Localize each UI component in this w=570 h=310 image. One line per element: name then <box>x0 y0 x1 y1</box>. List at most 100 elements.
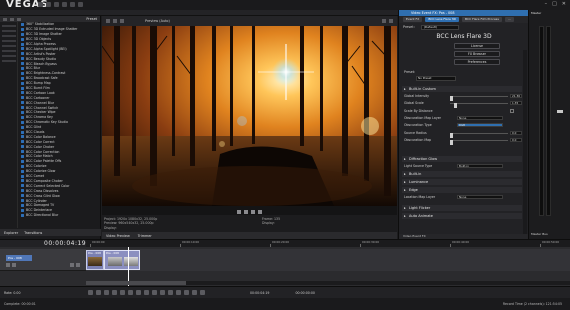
copy-snapshot-icon[interactable] <box>382 19 386 23</box>
source-radius-slider[interactable] <box>450 132 508 138</box>
chain-event-fx[interactable]: Event FX <box>403 17 423 22</box>
split-icon[interactable] <box>192 290 197 295</box>
obscuration-map-layer-dropdown[interactable]: None <box>457 115 503 121</box>
preferences-button[interactable]: Preferences <box>454 59 500 65</box>
render-icon[interactable] <box>78 2 83 7</box>
transport-timecodes: 00:00:04:19 00:00:00:00 <box>250 291 315 295</box>
video-clip[interactable]: Pos - 008 <box>104 250 140 270</box>
fx-preset-dropdown[interactable]: (Default) <box>420 24 459 30</box>
pause-icon[interactable] <box>244 209 248 214</box>
license-button[interactable]: License <box>454 43 500 49</box>
fx-panel-scrollbar[interactable] <box>523 50 527 240</box>
view-icon[interactable] <box>17 17 21 21</box>
track-name[interactable]: Pos - 008 <box>6 255 32 261</box>
loop-playback-icon[interactable] <box>96 290 101 295</box>
play-icon[interactable] <box>112 290 117 295</box>
fx-list-item-label: BCC Cross Dissolves <box>26 188 59 193</box>
snap-icon[interactable] <box>200 290 205 295</box>
new-project-icon[interactable] <box>38 2 43 7</box>
fx-list-item-label: BCC Directional Blur <box>26 213 59 218</box>
tab-explorer[interactable]: Explorer <box>4 231 18 235</box>
selection-edit-icon[interactable] <box>184 290 189 295</box>
fx-category-tree[interactable] <box>0 22 18 228</box>
light-source-type-label: Light Source Type <box>404 164 433 168</box>
overlay-icon[interactable] <box>120 19 124 23</box>
global-intensity-slider[interactable] <box>450 95 508 101</box>
playback-rate[interactable]: Rate: 0.00 <box>4 291 21 295</box>
back-icon[interactable] <box>3 17 7 21</box>
global-intensity-value[interactable]: 21.36 <box>510 93 522 99</box>
fx-preset-row: Preset: (Default) <box>399 24 529 30</box>
section-light-flicker[interactable]: Light Flicker <box>402 205 522 211</box>
redo-icon[interactable] <box>70 2 75 7</box>
obscuration-type-dropdown[interactable]: RGB <box>457 122 503 128</box>
solo-icon[interactable] <box>12 263 16 267</box>
next-frame-icon[interactable] <box>160 290 165 295</box>
fx-plugin-icon <box>21 96 24 100</box>
open-icon[interactable] <box>46 2 51 7</box>
scale-by-distance-checkbox[interactable] <box>510 109 514 113</box>
forward-icon[interactable] <box>10 17 14 21</box>
section-built-in-custom[interactable]: Built-in Custom <box>402 86 522 92</box>
go-to-start-icon[interactable] <box>136 290 141 295</box>
section-built-in[interactable]: Built-in <box>402 171 522 177</box>
section-auto-animate[interactable]: Auto Animate <box>402 213 522 219</box>
section-diffraction-glow[interactable]: Diffraction Glow <box>402 156 522 162</box>
track-motion-icon[interactable] <box>76 263 80 267</box>
play-from-start-icon[interactable] <box>104 290 109 295</box>
track-fx-icon[interactable] <box>70 263 74 267</box>
settings-icon[interactable] <box>106 19 110 23</box>
master-mixer: Master Master Bus <box>528 10 570 239</box>
location-map-layer-dropdown[interactable]: None <box>457 194 503 200</box>
fx-list-item-label: BCC Color Choker <box>26 144 55 149</box>
normal-edit-icon[interactable] <box>168 290 173 295</box>
save-icon[interactable] <box>54 2 59 7</box>
chain-more[interactable]: … <box>504 17 514 22</box>
go-to-end-icon[interactable] <box>144 290 149 295</box>
undo-icon[interactable] <box>62 2 67 7</box>
loop-icon[interactable] <box>258 209 262 214</box>
light-source-type-dropdown[interactable]: Built-in <box>457 163 503 169</box>
obscuration-map-value[interactable]: 0.0 <box>510 137 522 143</box>
save-snapshot-icon[interactable] <box>389 19 393 23</box>
stop-icon[interactable] <box>128 290 133 295</box>
minimize-button[interactable]: – <box>545 1 548 7</box>
maximize-button[interactable]: □ <box>552 1 557 7</box>
fx-list-item-label: BCC Cross Glint Glow <box>26 193 60 198</box>
obscuration-map-knob[interactable] <box>450 140 453 145</box>
chain-flare-film[interactable]: BCC Flare Film Process <box>461 17 502 22</box>
mute-icon[interactable] <box>6 263 10 267</box>
prev-frame-icon[interactable] <box>152 290 157 295</box>
global-scale-value[interactable]: 1.35 <box>510 100 522 106</box>
obscuration-map-slider[interactable] <box>450 139 508 145</box>
pause-icon[interactable] <box>120 290 125 295</box>
section-edge[interactable]: Edge <box>402 187 522 193</box>
stop-icon[interactable] <box>251 209 255 214</box>
preset-param-dropdown[interactable]: No Preset <box>416 76 456 81</box>
master-bus-label: Master Bus <box>531 232 548 236</box>
tab-video-preview[interactable]: Video Preview <box>106 234 130 238</box>
chain-lens-flare[interactable]: BCC Lens Flare 3D <box>425 17 459 22</box>
master-fader[interactable] <box>557 110 563 113</box>
fx-list-item-label: BCC Channel Blur <box>26 100 55 105</box>
preset-param-label: Preset: <box>404 70 416 74</box>
play-icon[interactable] <box>237 209 241 214</box>
timeline-scroll-thumb[interactable] <box>86 281 186 285</box>
location-map-layer-label: Location Map Layer <box>404 195 436 199</box>
envelope-edit-icon[interactable] <box>176 290 181 295</box>
tab-transitions[interactable]: Transitions <box>24 231 42 235</box>
close-button[interactable]: ✕ <box>562 1 566 7</box>
fx-list: 360° Stabilization BCC 3D Extruded Image … <box>19 22 101 228</box>
video-clip[interactable]: Pos - 008 <box>86 250 104 270</box>
source-radius-value[interactable]: 0.0 <box>510 130 522 136</box>
global-scale-slider[interactable] <box>450 102 508 108</box>
section-luminance[interactable]: Luminance <box>402 179 522 185</box>
record-icon[interactable] <box>88 290 93 295</box>
timeline-scrollbar[interactable] <box>86 281 570 285</box>
split-screen-icon[interactable] <box>113 19 117 23</box>
fx-browser-button[interactable]: FX Browser <box>454 51 500 57</box>
fx-list-item[interactable]: BCC Directional Blur <box>19 213 101 218</box>
tab-trimmer[interactable]: Trimmer <box>138 234 152 238</box>
preview-quality[interactable]: Preview (Auto) <box>145 19 170 23</box>
video-track-lane[interactable]: Pos - 008 Pos - 008 <box>86 249 570 271</box>
